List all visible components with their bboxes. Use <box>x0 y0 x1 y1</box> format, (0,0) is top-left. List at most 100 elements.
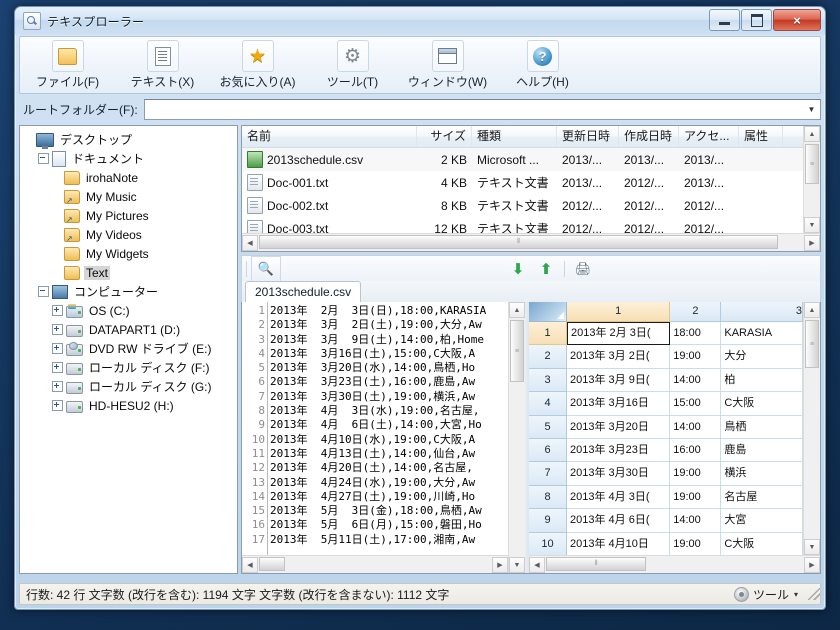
spreadsheet-cell[interactable]: KARASIA <box>721 322 803 346</box>
close-button[interactable]: × <box>773 9 821 31</box>
file-list-column-header[interactable]: 更新日時 <box>557 126 619 147</box>
tree-item[interactable]: irohaNote <box>24 168 235 187</box>
toolbar-button-favorites[interactable]: ★ お気に入り(A) <box>210 37 305 91</box>
toolbar-button-tools[interactable]: ⚙ ツール(T) <box>305 37 400 91</box>
text-editor[interactable]: 1 2 3 4 5 6 7 8 9 10 11 12 13 14 15 16 17 2013年 2月 3日(日)… <box>242 302 508 555</box>
tree-item[interactable]: ドキュメント <box>24 149 235 168</box>
spreadsheet-cell[interactable]: 14:00 <box>670 415 722 439</box>
spreadsheet-cell[interactable]: 名古屋 <box>721 485 803 510</box>
spreadsheet-cell[interactable]: 柏 <box>721 368 803 393</box>
spreadsheet-cell[interactable]: 2013年 3月23日 <box>567 438 671 463</box>
spreadsheet-column-headers[interactable]: 123 <box>529 302 803 322</box>
spreadsheet-cell[interactable]: 横浜 <box>721 462 803 486</box>
spreadsheet-grid[interactable]: 123 1 2013年 2月 3日(18:00 KARASIA 2 2013年 3月 2… <box>529 302 803 555</box>
spreadsheet-cell[interactable]: 19:00 <box>670 345 722 369</box>
find-prev-button[interactable]: ⬆ <box>532 257 560 281</box>
table-row[interactable]: Doc-002.txt 8 KB テキスト文書 2012/... 2012/... 201… <box>242 194 803 217</box>
toolbar-button-file[interactable]: ファイル(F) <box>20 37 115 91</box>
tree-item[interactable]: My Videos <box>24 225 235 244</box>
file-list-header[interactable]: 名前 サイズ 種類 更新日時 作成日時 アクセ... 属性 <box>242 126 803 148</box>
scroll-track[interactable]: ≡ <box>804 142 820 217</box>
tree-item[interactable]: HD-HESU2 (H:) <box>24 396 235 415</box>
spreadsheet-row[interactable]: 7 2013年 3月30日 19:00 横浜 <box>529 462 803 486</box>
expand-icon[interactable] <box>52 381 63 392</box>
editor-vertical-scrollbar[interactable]: ▲ ≡ ▼ <box>508 302 525 573</box>
root-folder-combobox[interactable]: ▼ <box>143 98 821 120</box>
spreadsheet-cell[interactable]: 14:00 <box>670 368 722 393</box>
spreadsheet-cell[interactable]: 大分 <box>721 345 803 369</box>
spreadsheet-cell[interactable]: 14:00 <box>670 509 722 533</box>
spreadsheet-row-header[interactable]: 5 <box>529 415 567 439</box>
spreadsheet-corner-button[interactable] <box>529 302 567 322</box>
table-row[interactable]: Doc-001.txt 4 KB テキスト文書 2013/... 2012/... 201… <box>242 171 803 194</box>
spreadsheet-rows[interactable]: 1 2013年 2月 3日(18:00 KARASIA 2 2013年 3月 2日(19… <box>529 322 803 555</box>
spreadsheet-row[interactable]: 1 2013年 2月 3日(18:00 KARASIA <box>529 322 803 346</box>
spreadsheet-column-header[interactable]: 2 <box>670 302 722 322</box>
sheet-scroll-up-button[interactable]: ▲ <box>804 302 820 318</box>
editor-horizontal-scrollbar[interactable]: ◀ ▶ <box>242 555 508 573</box>
spreadsheet-cell[interactable]: C大阪 <box>721 392 803 416</box>
scroll-left-button[interactable]: ◀ <box>242 234 258 251</box>
sheet-hscroll-track[interactable]: ⦀ <box>545 556 804 573</box>
spreadsheet-row-header[interactable]: 7 <box>529 462 567 486</box>
resize-grip-icon[interactable] <box>808 588 820 600</box>
scroll-right-button[interactable]: ▶ <box>804 234 820 251</box>
scroll-thumb[interactable]: ≡ <box>805 144 819 184</box>
spreadsheet-cell[interactable]: 2013年 3月30日 <box>567 462 671 486</box>
sheet-scroll-down-button[interactable]: ▼ <box>804 539 820 555</box>
spreadsheet-cell[interactable]: 16:00 <box>670 438 722 463</box>
spreadsheet-cell[interactable]: 2013年 3月20日 <box>567 415 671 439</box>
hscroll-track[interactable]: ⦀ <box>258 234 804 251</box>
spreadsheet-column-header[interactable]: 1 <box>567 302 671 322</box>
toolbar-button-text[interactable]: テキスト(X) <box>115 37 210 91</box>
spreadsheet-vertical-scrollbar[interactable]: ▲ ≡ ▼ <box>803 302 820 555</box>
sheet-hscroll-thumb[interactable]: ⦀ <box>546 557 646 571</box>
editor-hscroll-track[interactable] <box>258 556 492 573</box>
folder-tree[interactable]: デスクトップドキュメント irohaNote My Music My Pictures… <box>19 125 238 574</box>
expand-icon[interactable] <box>52 343 63 354</box>
tree-item[interactable]: OS (C:) <box>24 301 235 320</box>
tree-item[interactable]: コンピューター <box>24 282 235 301</box>
sheet-scroll-left-button[interactable]: ◀ <box>529 556 545 573</box>
spreadsheet-row[interactable]: 5 2013年 3月20日 14:00 鳥栖 <box>529 415 803 439</box>
spreadsheet-cell[interactable]: 2013年 3月 9日( <box>567 368 671 393</box>
scroll-down-button[interactable]: ▼ <box>804 217 820 233</box>
editor-vscroll-track[interactable]: ≡ <box>509 318 525 557</box>
spreadsheet-cell[interactable]: 鳥栖 <box>721 415 803 439</box>
spreadsheet-cell[interactable]: 2013年 4月 6日( <box>567 509 671 533</box>
scroll-up-button[interactable]: ▲ <box>804 126 820 142</box>
chevron-down-icon[interactable]: ▼ <box>803 100 820 119</box>
status-tool-button[interactable]: ツール ▾ <box>733 586 802 603</box>
spreadsheet-column-header[interactable]: 3 <box>721 302 803 322</box>
spreadsheet-row[interactable]: 8 2013年 4月 3日(19:00 名古屋 <box>529 485 803 510</box>
tree-item[interactable]: Text <box>24 263 235 282</box>
table-row[interactable]: 2013schedule.csv 2 KB Microsoft ... 2013/..… <box>242 148 803 171</box>
chevron-down-icon[interactable]: ▾ <box>794 590 798 599</box>
spreadsheet-cell[interactable]: 19:00 <box>670 462 722 486</box>
file-list-horizontal-scrollbar[interactable]: ◀ ⦀ ▶ <box>242 233 820 251</box>
spreadsheet-row-header[interactable]: 1 <box>529 322 567 346</box>
text-editor-content[interactable]: 2013年 2月 3日(日),18:00,KARASIA 2013年 3月 2日(… <box>268 302 508 555</box>
editor-vscroll-thumb[interactable]: ≡ <box>510 320 524 382</box>
sheet-vscroll-track[interactable]: ≡ <box>804 318 820 539</box>
table-row[interactable]: Doc-003.txt 12 KB テキスト文書 2012/... 2012/... 20… <box>242 217 803 233</box>
tree-item[interactable]: DATAPART1 (D:) <box>24 320 235 339</box>
expand-icon[interactable] <box>52 400 63 411</box>
editor-scroll-down-button[interactable]: ▼ <box>509 557 525 573</box>
toolbar-button-help[interactable]: ? ヘルプ(H) <box>495 37 590 91</box>
collapse-icon[interactable] <box>38 286 49 297</box>
hscroll-thumb[interactable]: ⦀ <box>259 235 778 249</box>
spreadsheet-cell[interactable]: 鹿島 <box>721 438 803 463</box>
tree-item[interactable]: My Pictures <box>24 206 235 225</box>
tree-item[interactable]: My Widgets <box>24 244 235 263</box>
minimize-button[interactable] <box>709 9 740 31</box>
editor-scroll-left-button[interactable]: ◀ <box>242 556 258 573</box>
tree-item[interactable]: ローカル ディスク (F:) <box>24 358 235 377</box>
sheet-vscroll-thumb[interactable]: ≡ <box>805 320 819 368</box>
spreadsheet-row-header[interactable]: 3 <box>529 368 567 393</box>
find-next-button[interactable]: ⬇ <box>504 257 532 281</box>
spreadsheet-row-header[interactable]: 6 <box>529 438 567 463</box>
spreadsheet-cell[interactable]: 2013年 4月10日 <box>567 532 671 555</box>
file-list-column-header[interactable]: 種類 <box>472 126 557 147</box>
spreadsheet-cell[interactable]: 2013年 3月 2日( <box>567 345 671 369</box>
